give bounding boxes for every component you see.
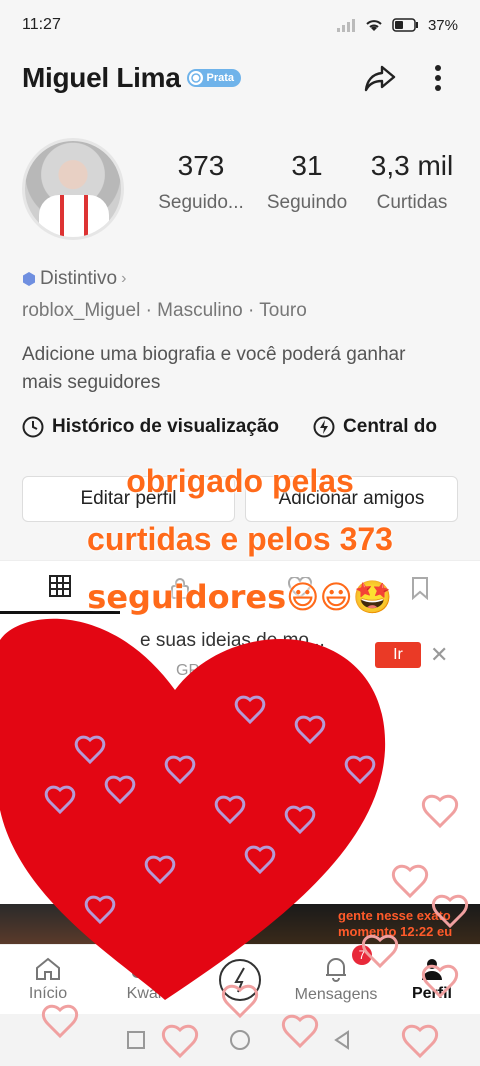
- likes-label: Curtidas: [376, 192, 448, 213]
- distintivo-label: Distintivo: [40, 268, 118, 289]
- person-icon: [422, 958, 442, 980]
- nav-messages-label: Mensagens: [294, 985, 378, 1003]
- profile-screen: 11:27 37% Miguel Lima Prata 373 Seguido.…: [0, 0, 480, 1066]
- video-caption: gente nesse exato momento 12:22 eu: [338, 908, 453, 939]
- followers-stat[interactable]: 373 Seguido...: [145, 150, 257, 214]
- history-button[interactable]: Histórico de visualização: [22, 416, 279, 438]
- profile-bio[interactable]: Adicione uma biografia e você poderá gan…: [22, 341, 442, 397]
- go-button[interactable]: Ir: [375, 642, 421, 668]
- bottom-nav: Início Kwai 7 Mensagens Perfil: [0, 944, 480, 1014]
- wifi-icon: [366, 20, 382, 31]
- nav-home-label: Início: [28, 984, 68, 1002]
- kwai-icon: [132, 959, 156, 978]
- thanks-line-2: curtidas e pelos 373: [87, 521, 393, 557]
- profile-header: Miguel Lima Prata: [22, 55, 458, 101]
- nav-kwai-label: Kwai: [126, 984, 162, 1002]
- battery-icon: [392, 18, 418, 32]
- share-button[interactable]: [360, 58, 400, 98]
- hexagon-icon: [23, 272, 35, 286]
- chevron-right-icon: ›: [121, 270, 127, 287]
- profile-stats: 373 Seguido... 31 Seguindo 3,3 mil Curti…: [145, 150, 470, 214]
- quick-actions: Histórico de visualização Central do: [22, 416, 437, 438]
- nav-profile-label: Perfil: [411, 984, 452, 1002]
- bell-icon: [326, 957, 346, 982]
- following-label: Seguindo: [266, 192, 348, 213]
- nav-kwai[interactable]: Kwai: [96, 945, 192, 1014]
- view-count: ▷ 54: [90, 876, 125, 893]
- clock: 11:27: [22, 16, 61, 33]
- nav-profile[interactable]: Perfil: [384, 945, 480, 1014]
- create-icon: [219, 958, 261, 1001]
- nav-home[interactable]: Início: [0, 945, 96, 1014]
- recents-icon: [127, 1031, 145, 1049]
- more-vertical-icon: [435, 65, 441, 91]
- back-icon: [334, 1030, 349, 1050]
- content-feed: e suas ideias de mo... GP Ir ✕ ▷ 54 gent…: [0, 614, 480, 944]
- video-thumbnail[interactable]: gente nesse exato momento 12:22 eu: [240, 904, 480, 944]
- home-system-icon: [230, 1030, 250, 1050]
- avatar[interactable]: [22, 138, 124, 240]
- badge-icon: [188, 71, 203, 85]
- nav-messages[interactable]: 7 Mensagens: [288, 945, 384, 1014]
- likes-stat[interactable]: 3,3 mil Curtidas: [357, 150, 467, 214]
- thanks-line-3: seguidores😃😃🤩: [87, 578, 393, 616]
- likes-count: 3,3 mil: [370, 150, 454, 181]
- level-badge[interactable]: Prata: [186, 69, 242, 87]
- following-count: 31: [291, 150, 323, 181]
- followers-count: 373: [177, 150, 225, 181]
- messages-badge: 7: [352, 945, 372, 965]
- signal-icon: [336, 19, 355, 32]
- badge-label: Prata: [206, 72, 235, 84]
- suggestion-title: e suas ideias de mo...: [140, 630, 325, 651]
- thanks-line-1: obrigado pelas: [126, 463, 354, 499]
- system-nav-icons: [127, 1030, 349, 1050]
- history-label: Histórico de visualização: [52, 416, 280, 437]
- nav-create[interactable]: [192, 945, 288, 1014]
- close-icon[interactable]: ✕: [430, 642, 448, 668]
- following-stat[interactable]: 31 Seguindo: [257, 150, 357, 214]
- center-label: Central do: [343, 416, 437, 437]
- suggestion-sub: GP: [176, 662, 200, 679]
- more-options-button[interactable]: [418, 58, 458, 98]
- distintivo-link[interactable]: Distintivo ›: [22, 268, 126, 290]
- thank-you-text: obrigado pelas curtidas e pelos 373 segu…: [0, 452, 480, 626]
- status-bar: 11:27 37%: [0, 0, 480, 50]
- share-icon: [364, 65, 396, 92]
- home-icon: [36, 957, 60, 980]
- system-nav-bar: [0, 1014, 480, 1066]
- video-thumbnail[interactable]: ▷ 54: [0, 876, 240, 944]
- lightning-icon: [313, 416, 335, 438]
- followers-label: Seguido...: [158, 192, 244, 213]
- center-button[interactable]: Central do: [313, 416, 437, 438]
- profile-name: Miguel Lima: [22, 62, 181, 93]
- profile-meta: roblox_Miguel · Masculino · Touro: [22, 300, 307, 321]
- battery-level: 37%: [427, 16, 458, 34]
- status-icons: 37%: [336, 17, 458, 34]
- clock-icon: [22, 416, 44, 438]
